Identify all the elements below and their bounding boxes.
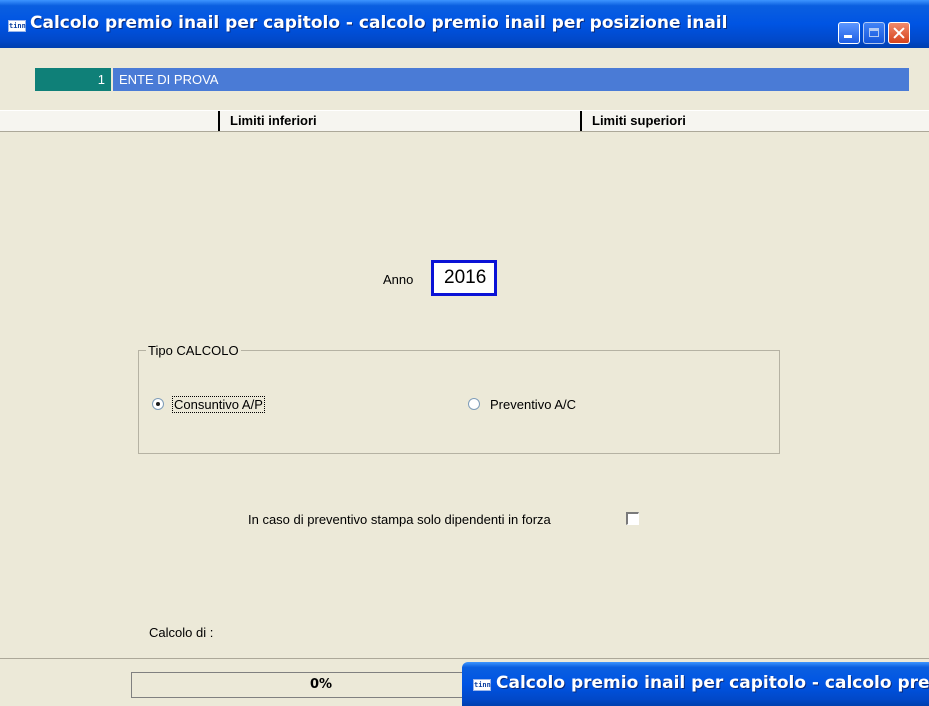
header-limiti-inferiori: Limiti inferiori (218, 111, 590, 131)
close-button[interactable] (888, 22, 910, 44)
ente-name-field: ENTE DI PROVA (113, 68, 909, 91)
app-icon: tinn (8, 20, 26, 32)
tipo-calcolo-legend: Tipo CALCOLO (146, 343, 241, 358)
dipendenti-in-forza-checkbox[interactable] (626, 512, 639, 525)
child-window-titlebar[interactable]: tinn Calcolo premio inail per capitolo -… (462, 662, 929, 706)
anno-label: Anno (383, 272, 414, 287)
window-title: Calcolo premio inail per capitolo - calc… (30, 13, 728, 33)
minimize-button[interactable] (838, 22, 860, 44)
preventivo-checkbox-label: In caso di preventivo stampa solo dipend… (248, 512, 551, 527)
consuntivo-label[interactable]: Consuntivo A/P (172, 396, 265, 413)
preventivo-radio[interactable] (468, 398, 480, 410)
consuntivo-radio[interactable] (152, 398, 164, 410)
maximize-button[interactable] (863, 22, 885, 44)
progress-bar: 0% (131, 672, 511, 698)
header-limiti-superiori: Limiti superiori (580, 111, 929, 131)
limits-header: Limiti inferiori Limiti superiori (0, 110, 929, 132)
calcolo-di-label: Calcolo di : (149, 625, 214, 640)
preventivo-label[interactable]: Preventivo A/C (490, 397, 576, 412)
anno-input[interactable]: 2016 (431, 260, 497, 296)
separator (0, 658, 929, 659)
child-window-title: Calcolo premio inail per capitolo - calc… (496, 673, 929, 693)
ente-code-field[interactable]: 1 (35, 68, 111, 91)
child-app-icon: tinn (473, 679, 491, 691)
progress-text: 0% (309, 677, 333, 692)
window-titlebar[interactable]: tinn Calcolo premio inail per capitolo -… (0, 0, 929, 48)
